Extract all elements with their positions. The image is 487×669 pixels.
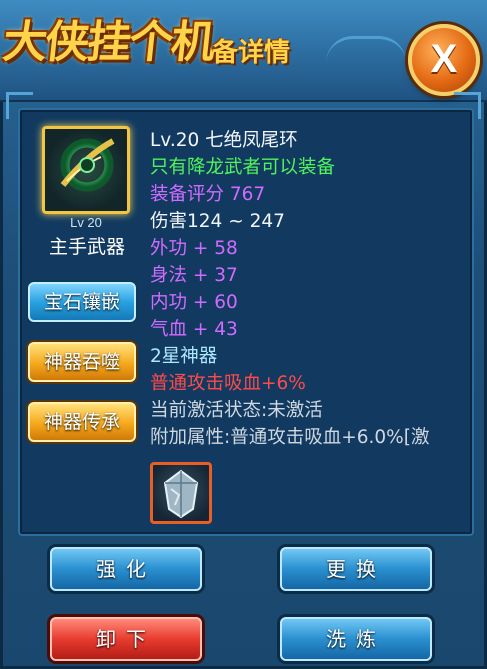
item-details: Lv.20 七绝凤尾环 只有降龙武者可以装备 装备评分 767 伤害124 ~ … bbox=[150, 126, 468, 450]
window-title: 备详情 bbox=[212, 38, 291, 68]
equip-requirement: 只有降龙武者可以装备 bbox=[150, 157, 336, 178]
gem-inlay-button[interactable]: 宝石镶嵌 bbox=[28, 282, 136, 322]
stat-line: 身法 + 37 bbox=[150, 265, 238, 286]
enhance-button[interactable]: 强化 bbox=[50, 547, 202, 591]
equip-score: 装备评分 767 bbox=[150, 184, 266, 205]
extra-attribute: 附加属性:普通攻击吸血+6.0%[激 bbox=[150, 427, 430, 448]
game-logo: 大侠挂个机 bbox=[0, 17, 216, 68]
item-name: Lv.20 七绝凤尾环 bbox=[150, 130, 298, 151]
activation-status: 当前激活状态:未激活 bbox=[150, 400, 323, 421]
equip-slot-label: 主手武器 bbox=[48, 236, 125, 258]
title-bar: 大侠挂个机 备详情 X bbox=[0, 0, 487, 102]
damage-range: 伤害124 ~ 247 bbox=[150, 211, 285, 232]
close-button[interactable]: X bbox=[408, 24, 480, 96]
jade-ring-blade-icon bbox=[60, 138, 115, 192]
artifact-effect: 普通攻击吸血+6% bbox=[150, 373, 306, 394]
artifact-devour-button[interactable]: 神器吞噬 bbox=[28, 342, 136, 382]
refine-button[interactable]: 洗炼 bbox=[280, 617, 432, 661]
stat-line: 内功 + 60 bbox=[150, 292, 238, 313]
cloud-ornament-icon bbox=[326, 36, 406, 63]
item-slot[interactable]: Lv 20 bbox=[42, 126, 130, 230]
artifact-inherit-button[interactable]: 神器传承 bbox=[28, 402, 136, 442]
item-level-badge: Lv 20 bbox=[70, 215, 102, 230]
crystal-gem-icon bbox=[163, 469, 199, 519]
unequip-button[interactable]: 卸下 bbox=[50, 617, 202, 661]
artifact-star: 2星神器 bbox=[150, 346, 218, 367]
gem-slot[interactable] bbox=[150, 462, 212, 524]
stat-line: 外功 + 58 bbox=[150, 238, 238, 259]
stat-line: 气血 + 43 bbox=[150, 319, 238, 340]
replace-button[interactable]: 更换 bbox=[280, 547, 432, 591]
